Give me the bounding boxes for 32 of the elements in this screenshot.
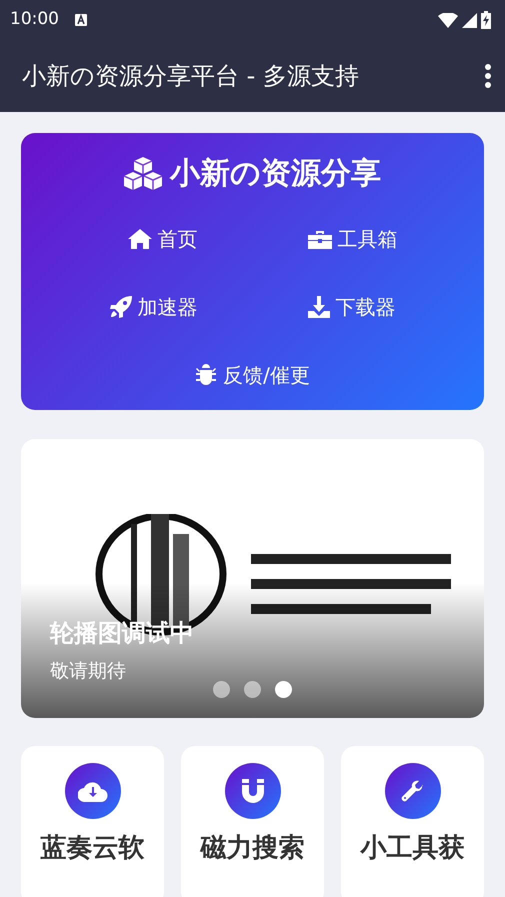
nav-link[interactable]: 首页 bbox=[128, 224, 198, 254]
signal-icon bbox=[462, 12, 477, 28]
home-icon bbox=[128, 229, 152, 249]
cloud-download-icon bbox=[78, 780, 108, 802]
nav-link[interactable]: 工具箱 bbox=[308, 224, 398, 254]
status-time: 10:00 bbox=[10, 8, 59, 32]
notification-icon bbox=[75, 14, 87, 26]
nav-link[interactable]: 下载器 bbox=[308, 292, 396, 322]
wrench-icon bbox=[400, 779, 424, 803]
feature-card[interactable]: 蓝奏云软 bbox=[21, 746, 164, 897]
feature-label: 磁力搜索 bbox=[200, 832, 304, 865]
magnet-icon bbox=[242, 779, 264, 803]
more-menu-icon[interactable] bbox=[485, 64, 491, 88]
app-title: 小新の资源分享平台 - 多源支持 bbox=[22, 61, 359, 92]
carousel-indicator[interactable] bbox=[244, 681, 261, 698]
battery-icon bbox=[481, 11, 491, 29]
rocket-icon bbox=[110, 296, 132, 318]
download-icon bbox=[308, 296, 330, 318]
feature-label: 小工具获 bbox=[360, 832, 464, 865]
feature-card[interactable]: 磁力搜索 bbox=[181, 746, 324, 897]
wifi-icon bbox=[438, 12, 458, 28]
toolbox-icon bbox=[308, 229, 332, 249]
carousel-indicator[interactable] bbox=[275, 681, 292, 698]
hero-title: 小新の资源分享 bbox=[170, 155, 381, 193]
feature-card[interactable]: 小工具获 bbox=[341, 746, 484, 897]
bug-icon bbox=[195, 364, 218, 386]
feature-label: 蓝奏云软 bbox=[40, 832, 144, 865]
nav-link[interactable]: 加速器 bbox=[110, 292, 198, 322]
caption-text: 敬请期待 bbox=[50, 659, 126, 684]
cubes-icon bbox=[124, 156, 162, 190]
carousel-indicator[interactable] bbox=[213, 681, 230, 698]
nav-link[interactable]: 反馈/催更 bbox=[195, 360, 310, 390]
